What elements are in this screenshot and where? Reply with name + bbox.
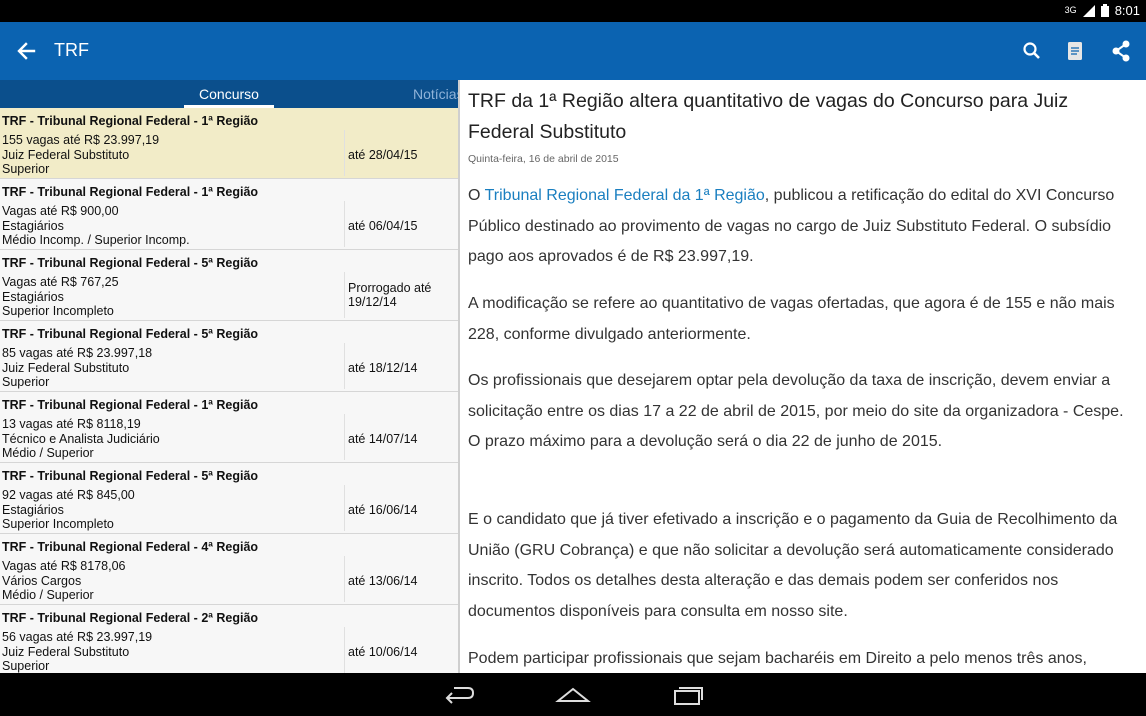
list-item-nivel: Superior Incompleto — [2, 304, 114, 318]
list-item-title: TRF - Tribunal Regional Federal - 1ª Reg… — [2, 398, 259, 412]
list-item[interactable]: TRF - Tribunal Regional Federal - 4ª Reg… — [0, 534, 458, 605]
list-item-date: até 06/04/15 — [348, 219, 418, 233]
list-item-cargo: Estagiários — [2, 290, 64, 304]
list-item[interactable]: TRF - Tribunal Regional Federal - 1ª Reg… — [0, 392, 458, 463]
list-item[interactable]: TRF - Tribunal Regional Federal - 2ª Reg… — [0, 605, 458, 673]
navigation-bar — [0, 673, 1146, 716]
column-divider — [344, 130, 345, 176]
list-item-vagas: 56 vagas até R$ 23.997,19 — [2, 630, 153, 644]
list-item-cargo: Juiz Federal Substituto — [2, 361, 130, 375]
list-item-nivel: Superior — [2, 659, 50, 673]
list-item-date: até 14/07/14 — [348, 432, 418, 446]
article-paragraph: E o candidato que já tiver efetivado a i… — [468, 511, 1118, 620]
list-item-vagas: 92 vagas até R$ 845,00 — [2, 488, 135, 502]
list-item-vagas: Vagas até R$ 900,00 — [2, 204, 119, 218]
list-item-date: até 16/06/14 — [348, 503, 418, 517]
column-divider — [344, 627, 345, 673]
status-bar: 3G 8:01 — [0, 0, 1146, 22]
list-item-title: TRF - Tribunal Regional Federal - 1ª Reg… — [2, 114, 259, 128]
nav-home-icon[interactable] — [553, 681, 593, 709]
list-item-cargo: Técnico e Analista Judiciário — [2, 432, 160, 446]
list-item-cargo: Estagiários — [2, 503, 64, 517]
battery-icon — [1100, 4, 1109, 17]
list-item-cargo: Juiz Federal Substituto — [2, 645, 130, 659]
article-paragraph: O Tribunal Regional Federal da 1ª Região… — [468, 181, 1138, 273]
column-divider — [344, 485, 345, 531]
article-pane[interactable]: TRF da 1ª Região altera quantitativo de … — [460, 80, 1146, 673]
list-item[interactable]: TRF - Tribunal Regional Federal - 1ª Reg… — [0, 179, 458, 250]
list-item[interactable]: TRF - Tribunal Regional Federal - 5ª Reg… — [0, 463, 458, 534]
list-item-title: TRF - Tribunal Regional Federal - 5ª Reg… — [2, 327, 259, 341]
list-item-vagas: Vagas até R$ 8178,06 — [2, 559, 126, 573]
signal-icon — [1082, 4, 1095, 17]
nav-back-icon[interactable] — [438, 681, 478, 709]
list-item-vagas: Vagas até R$ 767,25 — [2, 275, 119, 289]
article-paragraph: A modificação se refere ao quantitativo … — [468, 295, 1115, 343]
list-item-vagas: 13 vagas até R$ 8118,19 — [2, 417, 141, 431]
article-paragraph: Podem participar profissionais que sejam… — [468, 650, 1087, 667]
column-divider — [344, 201, 345, 247]
app-bar: TRF — [0, 22, 1146, 80]
list-item-date: até 13/06/14 — [348, 574, 418, 588]
list-item[interactable]: TRF - Tribunal Regional Federal - 1ª Reg… — [0, 108, 458, 179]
list-item-vagas: 85 vagas até R$ 23.997,18 — [2, 346, 153, 360]
list-item-vagas: 155 vagas até R$ 23.997,19 — [2, 133, 160, 147]
list-item-date: até 28/04/15 — [348, 148, 418, 162]
tab-bar: Concurso Notícias — [0, 80, 458, 108]
column-divider — [344, 343, 345, 389]
tribunal-link[interactable]: Tribunal Regional Federal da 1ª Região — [485, 187, 765, 204]
column-divider — [344, 414, 345, 460]
column-divider — [344, 556, 345, 602]
app-title: TRF — [54, 40, 89, 60]
list-item-nivel: Médio / Superior — [2, 588, 94, 602]
list-item[interactable]: TRF - Tribunal Regional Federal - 5ª Reg… — [0, 250, 458, 321]
search-icon[interactable] — [1018, 37, 1046, 65]
article-text: O — [468, 187, 485, 204]
list-item-title: TRF - Tribunal Regional Federal - 2ª Reg… — [2, 611, 259, 625]
list-item-nivel: Médio Incomp. / Superior Incomp. — [2, 233, 190, 247]
list-item-nivel: Superior — [2, 162, 50, 176]
clock: 8:01 — [1114, 3, 1140, 18]
column-divider — [344, 272, 345, 318]
list-item-date-line1: Prorrogado até — [348, 281, 432, 295]
list-item-title: TRF - Tribunal Regional Federal - 4ª Reg… — [2, 540, 259, 554]
share-icon[interactable] — [1107, 37, 1135, 65]
article-paragraph: Os profissionais que desejarem optar pel… — [468, 372, 1124, 450]
list-item-cargo: Estagiários — [2, 219, 64, 233]
back-arrow-icon[interactable] — [12, 37, 40, 65]
nav-recents-icon[interactable] — [668, 681, 708, 709]
concurso-list-pane: Concurso Notícias TRF - Tribunal Regiona… — [0, 80, 458, 673]
status-icons: 3G 8:01 — [1065, 3, 1140, 18]
document-icon[interactable] — [1061, 37, 1089, 65]
list-item-nivel: Superior — [2, 375, 50, 389]
list-item-date: até 10/06/14 — [348, 645, 418, 659]
list-item-cargo: Vários Cargos — [2, 574, 82, 588]
list-item-cargo: Juiz Federal Substituto — [2, 148, 130, 162]
list-item-title: TRF - Tribunal Regional Federal - 1ª Reg… — [2, 185, 259, 199]
list-item-date-line2: 19/12/14 — [348, 295, 397, 309]
network-type-label: 3G — [1064, 5, 1077, 15]
tab-concurso[interactable]: Concurso — [184, 80, 274, 108]
list-item-title: TRF - Tribunal Regional Federal - 5ª Reg… — [2, 469, 259, 483]
article-date: Quinta-feira, 16 de abril de 2015 — [468, 153, 619, 165]
concurso-list: TRF - Tribunal Regional Federal - 1ª Reg… — [0, 108, 458, 673]
list-item-date: Prorrogado até 19/12/14 — [348, 281, 431, 309]
list-item[interactable]: TRF - Tribunal Regional Federal - 5ª Reg… — [0, 321, 458, 392]
article-title: TRF da 1ª Região altera quantitativo de … — [468, 90, 1069, 143]
tab-noticias[interactable]: Notícias — [413, 80, 458, 108]
list-item-nivel: Superior Incompleto — [2, 517, 114, 531]
list-item-title: TRF - Tribunal Regional Federal - 5ª Reg… — [2, 256, 259, 270]
list-item-nivel: Médio / Superior — [2, 446, 94, 460]
list-item-date: até 18/12/14 — [348, 361, 418, 375]
